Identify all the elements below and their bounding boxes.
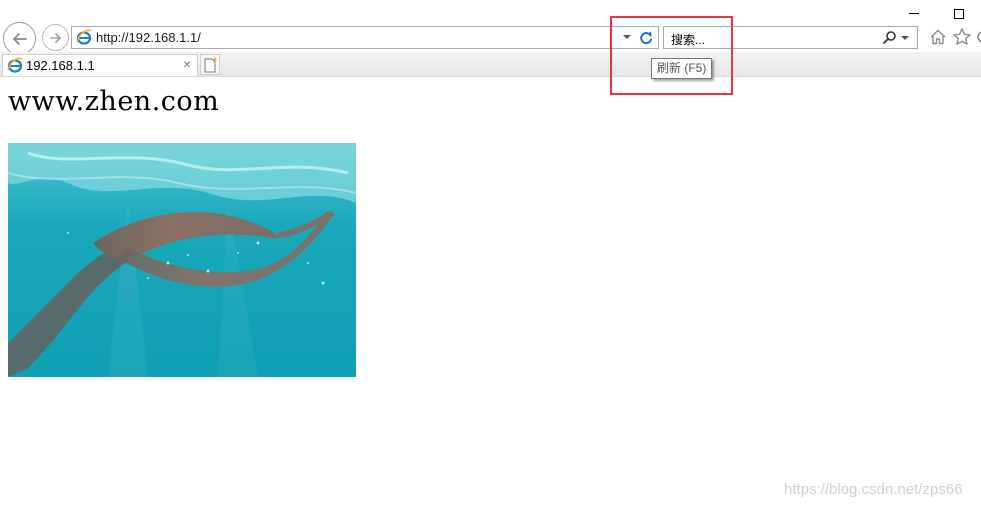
tab-active[interactable]: 192.168.1.1 ×: [2, 54, 198, 76]
new-tab-icon: [204, 57, 218, 73]
search-icon[interactable]: [882, 30, 897, 45]
ie-logo-icon: [76, 29, 92, 45]
tab-close-icon[interactable]: ×: [183, 56, 191, 72]
search-dropdown-icon[interactable]: [901, 36, 909, 40]
forward-button[interactable]: [42, 24, 69, 51]
underwater-mermaid-fin-photo: [8, 143, 356, 377]
annotation-highlight-box: [610, 16, 733, 95]
address-bar[interactable]: http://192.168.1.1/: [71, 26, 659, 49]
back-arrow-icon: [12, 32, 27, 45]
back-button[interactable]: [3, 22, 36, 55]
gear-icon[interactable]: [975, 29, 981, 45]
minimize-button[interactable]: [909, 13, 919, 14]
maximize-button[interactable]: [954, 9, 964, 19]
tab-title: 192.168.1.1: [26, 58, 95, 73]
ie-logo-icon: [7, 57, 23, 73]
star-icon[interactable]: [952, 27, 972, 47]
home-icon[interactable]: [929, 28, 947, 46]
watermark-text: https://blog.csdn.net/zps66: [784, 481, 963, 498]
new-tab-button[interactable]: [200, 54, 220, 75]
url-text[interactable]: http://192.168.1.1/: [96, 30, 201, 45]
page-heading: www.zhen.com: [8, 86, 220, 117]
forward-arrow-icon: [49, 32, 61, 43]
